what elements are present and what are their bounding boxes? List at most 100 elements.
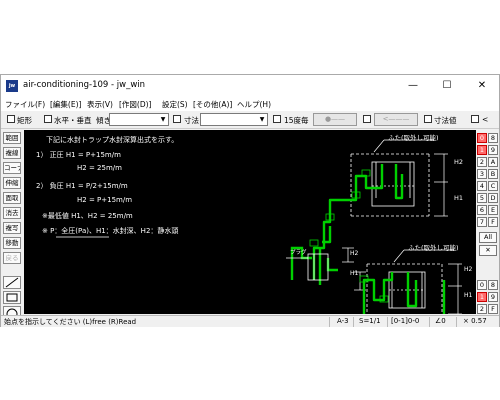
hv-checkbox[interactable] bbox=[44, 115, 52, 123]
upper-tank-outline bbox=[350, 153, 430, 217]
upper-lid-label: ふた(取外し可能) bbox=[388, 134, 439, 142]
minimize-button[interactable]: — bbox=[396, 75, 430, 97]
tool-chamfer[interactable]: 面取 bbox=[3, 192, 21, 204]
layer-group-c[interactable]: C bbox=[488, 181, 498, 191]
arrow-line-button[interactable]: <——— bbox=[374, 113, 418, 126]
options-toolbar: 矩形 水平・垂直 傾き ▼ 寸法 ▼ 15度毎 ●—— <——— 寸法値 < bbox=[1, 111, 499, 129]
tool-offset[interactable]: 複線 bbox=[3, 147, 21, 159]
line-tool-icon bbox=[5, 277, 19, 288]
layer-group-e[interactable]: E bbox=[488, 205, 498, 215]
lower-lid-leader bbox=[393, 249, 405, 263]
paper-size[interactable]: A-3 bbox=[337, 317, 349, 325]
layer-9[interactable]: 9 bbox=[488, 292, 498, 302]
all-layers-button[interactable]: All bbox=[479, 232, 497, 243]
layer-group-1[interactable]: 1 bbox=[477, 145, 487, 155]
tool-range[interactable]: 範囲 bbox=[3, 132, 21, 144]
layer-group-5[interactable]: 5 bbox=[477, 193, 487, 203]
layer-group-7[interactable]: 7 bbox=[477, 217, 487, 227]
tool-copy[interactable]: 複写 bbox=[3, 222, 21, 234]
tool-move[interactable]: 移動 bbox=[3, 237, 21, 249]
menu-help[interactable]: ヘルプ(H) bbox=[237, 99, 271, 110]
layer-group-f[interactable]: F bbox=[488, 217, 498, 227]
dim-combo[interactable]: ▼ bbox=[200, 113, 268, 126]
left-toolbar: 範囲 複線 コーナー 伸縮 面取 消去 複写 移動 戻る bbox=[1, 130, 23, 316]
menu-file[interactable]: ファイル(F) bbox=[5, 99, 45, 110]
upper-trap-box bbox=[371, 161, 415, 207]
current-layer[interactable]: [0-1]0-0 bbox=[391, 317, 419, 325]
layer-group-b[interactable]: B bbox=[488, 169, 498, 179]
lower-tank-outline bbox=[366, 263, 443, 314]
mid-h2-label: H2 bbox=[350, 250, 359, 257]
menu-edit[interactable]: [編集(E)] bbox=[50, 99, 81, 110]
menu-settings[interactable]: 設定(S) bbox=[162, 99, 188, 110]
lt-label: < bbox=[482, 115, 489, 124]
maximize-button[interactable]: ☐ bbox=[430, 75, 464, 97]
circle-line-button[interactable]: ●—— bbox=[313, 113, 357, 126]
dimval-label: 寸法値 bbox=[434, 116, 457, 125]
layer-toolbar: 0 8 1 9 2 A 3 B 4 C 5 D 6 E 7 F All ✕ 0 … bbox=[477, 130, 499, 314]
line-tool[interactable] bbox=[3, 276, 21, 289]
upper-h1-label: H1 bbox=[454, 194, 464, 202]
layer-group-2[interactable]: 2 bbox=[477, 157, 487, 167]
arrow-checkbox[interactable] bbox=[363, 115, 371, 123]
status-separator bbox=[387, 317, 388, 327]
rect-tool[interactable] bbox=[3, 291, 21, 304]
layer-f[interactable]: F bbox=[488, 304, 498, 314]
drawing-canvas[interactable]: 下記に水封トラップ水封深算出式を示す。 1） 正圧 H1 = P+15m/m H… bbox=[24, 130, 476, 314]
layer-2[interactable]: 2 bbox=[477, 304, 487, 314]
layer-group-9[interactable]: 9 bbox=[488, 145, 498, 155]
status-separator bbox=[456, 317, 457, 327]
layer-8[interactable]: 8 bbox=[488, 280, 498, 290]
menu-view[interactable]: 表示(V) bbox=[87, 99, 113, 110]
lt-checkbox[interactable] bbox=[471, 115, 479, 123]
dim-label: 寸法 bbox=[184, 116, 199, 125]
lower-h1-label: H1 bbox=[464, 292, 473, 299]
hv-label: 水平・垂直 bbox=[54, 116, 92, 125]
zoom-readout[interactable]: × 0.57 bbox=[463, 317, 487, 325]
lower-lid-label: ふた(取外し可能) bbox=[408, 244, 459, 252]
menu-draw[interactable]: [作図(D)] bbox=[119, 99, 151, 110]
jw-app-icon: jw bbox=[6, 80, 18, 92]
dim-checkbox[interactable] bbox=[173, 115, 181, 123]
close-button[interactable]: ✕ bbox=[465, 75, 499, 97]
layer-group-a[interactable]: A bbox=[488, 157, 498, 167]
deg15-label: 15度毎 bbox=[284, 116, 309, 125]
layer-group-4[interactable]: 4 bbox=[477, 181, 487, 191]
status-separator bbox=[353, 317, 354, 327]
status-separator bbox=[329, 317, 330, 327]
status-separator bbox=[429, 317, 430, 327]
layer-0[interactable]: 0 bbox=[477, 280, 487, 290]
layer-group-d[interactable]: D bbox=[488, 193, 498, 203]
status-bar: 始点を指示してください (L)free (R)Read A-3 S=1/1 [0… bbox=[1, 315, 499, 327]
rect-checkbox[interactable] bbox=[7, 115, 15, 123]
mid-h1-label: H1 bbox=[350, 270, 359, 277]
tool-erase[interactable]: 消去 bbox=[3, 207, 21, 219]
lower-dimension-lines bbox=[448, 263, 462, 314]
layer-group-8[interactable]: 8 bbox=[488, 133, 498, 143]
rect-tool-icon bbox=[6, 293, 18, 302]
rect-label: 矩形 bbox=[17, 116, 32, 125]
layer-1[interactable]: 1 bbox=[477, 292, 487, 302]
dimval-checkbox[interactable] bbox=[424, 115, 432, 123]
lower-h2-label: H2 bbox=[464, 266, 473, 273]
close-layer-icon[interactable]: ✕ bbox=[479, 245, 497, 256]
title-bar[interactable]: jw air-conditioning-109 - jw_win — ☐ ✕ bbox=[1, 75, 499, 97]
upper-pipe-joints bbox=[309, 169, 371, 247]
tool-corner[interactable]: コーナー bbox=[3, 162, 21, 174]
layer-group-6[interactable]: 6 bbox=[477, 205, 487, 215]
status-message: 始点を指示してください (L)free (R)Read bbox=[4, 318, 137, 326]
upper-h2-label: H2 bbox=[454, 158, 464, 166]
deg15-checkbox[interactable] bbox=[273, 115, 281, 123]
drawing-scale[interactable]: S=1/1 bbox=[359, 317, 381, 325]
tool-undo[interactable]: 戻る bbox=[3, 252, 21, 264]
menu-other[interactable]: [その他(A)] bbox=[193, 99, 232, 110]
window-title: air-conditioning-109 - jw_win bbox=[23, 80, 146, 90]
layer-group-0[interactable]: 0 bbox=[477, 133, 487, 143]
tilt-combo[interactable]: ▼ bbox=[109, 113, 169, 126]
trap-drawing bbox=[56, 139, 462, 314]
upper-lid-leader bbox=[373, 139, 385, 153]
plug-label: プラグ bbox=[290, 250, 307, 256]
angle-readout[interactable]: ∠0 bbox=[435, 317, 446, 325]
tool-stretch[interactable]: 伸縮 bbox=[3, 177, 21, 189]
layer-group-3[interactable]: 3 bbox=[477, 169, 487, 179]
